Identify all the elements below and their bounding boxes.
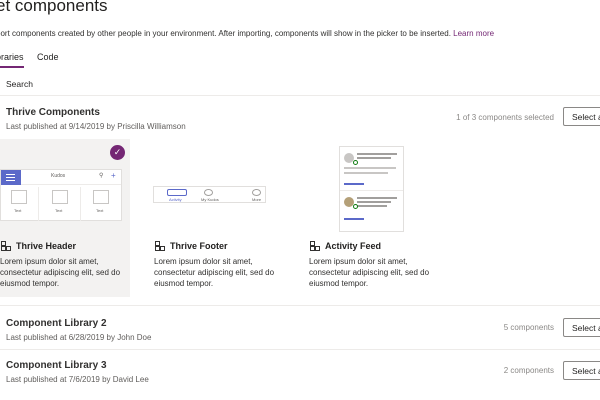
library-count: 5 components xyxy=(503,323,554,332)
library-meta: Last published at 6/28/2019 by John Doe xyxy=(6,333,152,342)
preview-tile-image xyxy=(93,190,109,204)
component-name: Activity Feed xyxy=(325,241,382,251)
preview-feed-item xyxy=(340,147,403,191)
component-name: Thrive Footer xyxy=(170,241,228,251)
tab-code[interactable]: Code xyxy=(37,52,59,62)
library-title: Thrive Components xyxy=(6,107,100,118)
preview-text-line xyxy=(344,172,388,174)
tab-selected-indicator xyxy=(0,66,24,68)
library-title: Component Library 3 xyxy=(6,360,107,371)
hamburger-icon xyxy=(1,170,21,185)
page-description: port components created by other people … xyxy=(0,29,494,38)
footer-item-label: More xyxy=(252,197,262,202)
more-icon xyxy=(252,189,261,196)
library-meta: Last published at 9/14/2019 by Priscilla… xyxy=(6,122,186,131)
preview-tile-image xyxy=(52,190,68,204)
footer-item-label: Activity xyxy=(169,197,182,202)
preview-text-line xyxy=(357,205,387,207)
preview-link xyxy=(344,218,364,220)
select-all-button[interactable]: Select a xyxy=(563,107,600,126)
select-all-button[interactable]: Select a xyxy=(563,361,600,380)
preview-text-line xyxy=(357,157,391,159)
footer-item-label: My Kudos xyxy=(201,197,219,202)
library-count: 1 of 3 components selected xyxy=(456,113,554,122)
status-badge xyxy=(353,204,358,209)
library-title: Component Library 2 xyxy=(6,318,107,329)
plus-icon: + xyxy=(111,171,116,180)
component-icon xyxy=(1,241,11,251)
status-badge xyxy=(353,160,358,165)
component-description: Lorem ipsum dolor sit amet, consectetur … xyxy=(154,257,275,288)
preview-feed-item xyxy=(340,191,403,231)
divider xyxy=(0,305,600,306)
preview-divider xyxy=(80,187,81,221)
preview-text-line xyxy=(357,153,397,155)
preview-divider xyxy=(38,187,39,221)
activity-feed-preview xyxy=(339,146,404,232)
select-all-button[interactable]: Select a xyxy=(563,318,600,337)
preview-text-line xyxy=(344,167,396,169)
divider xyxy=(0,349,600,350)
page-title: et components xyxy=(0,0,108,15)
thrive-header-preview: Kudos ⚲ + Text Text Text xyxy=(0,169,122,221)
preview-text-line xyxy=(357,201,391,203)
library-count: 2 components xyxy=(503,366,554,375)
learn-more-link[interactable]: Learn more xyxy=(453,29,494,38)
description-text: port components created by other people … xyxy=(0,29,451,38)
library-meta: Last published at 7/6/2019 by David Lee xyxy=(6,375,149,384)
search-input[interactable]: Search xyxy=(6,79,33,89)
preview-text-line xyxy=(357,197,397,199)
component-icon xyxy=(155,241,165,251)
person-icon xyxy=(204,189,213,196)
preview-tile-image xyxy=(11,190,27,204)
checkmark-icon[interactable]: ✓ xyxy=(110,145,125,160)
divider xyxy=(0,95,600,96)
component-name: Thrive Header xyxy=(16,241,77,251)
component-description: Lorem ipsum dolor sit amet, consectetur … xyxy=(0,257,121,288)
preview-tile-label: Text xyxy=(55,208,63,213)
search-icon: ⚲ xyxy=(99,173,104,179)
preview-tile-label: Text xyxy=(14,208,22,213)
activity-icon xyxy=(167,189,187,196)
preview-link xyxy=(344,183,364,185)
component-icon xyxy=(310,241,320,251)
component-description: Lorem ipsum dolor sit amet, consectetur … xyxy=(309,257,430,288)
thrive-footer-preview: Activity My Kudos More xyxy=(153,186,266,203)
tab-libraries[interactable]: oraries xyxy=(0,52,24,62)
preview-header-title: Kudos xyxy=(51,173,66,179)
preview-tile-label: Text xyxy=(96,208,104,213)
